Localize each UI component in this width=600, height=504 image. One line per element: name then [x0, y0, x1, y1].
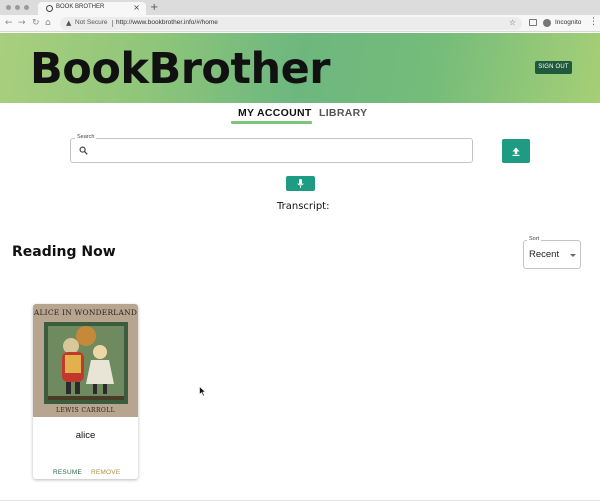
- browser-toolbar: ← → ↻ ⌂ ▲ Not Secure http://www.bookbrot…: [0, 15, 600, 32]
- chevron-down-icon: [570, 254, 576, 257]
- book-cover[interactable]: ALICE IN WONDERLAND LEWIS CARROLL: [33, 304, 138, 417]
- star-icon[interactable]: ☆: [509, 18, 516, 28]
- minimize-window-icon[interactable]: [15, 5, 20, 10]
- reading-now-heading: Reading Now: [12, 244, 116, 260]
- resume-button[interactable]: RESUME: [53, 469, 82, 476]
- menu-icon[interactable]: ⋮: [589, 17, 598, 28]
- home-icon[interactable]: ⌂: [45, 17, 51, 29]
- close-tab-icon[interactable]: ×: [133, 3, 140, 13]
- page-divider: [0, 500, 600, 501]
- upload-button[interactable]: [502, 139, 530, 163]
- security-label: Not Secure: [75, 19, 108, 26]
- cover-author: LEWIS CARROLL: [56, 407, 115, 414]
- favicon-icon: [46, 5, 53, 12]
- browser-tab-title: BOOK BROTHER: [56, 4, 105, 10]
- new-tab-icon[interactable]: +: [150, 2, 158, 13]
- app-logo: BookBrother: [30, 44, 331, 94]
- search-label: Search: [75, 134, 97, 140]
- cover-title: ALICE IN WONDERLAND: [33, 308, 138, 317]
- sign-out-button[interactable]: SIGN OUT: [535, 61, 572, 74]
- browser-tab[interactable]: BOOK BROTHER ×: [38, 2, 146, 15]
- search-icon: [79, 146, 88, 155]
- warning-icon: ▲: [66, 19, 72, 27]
- extension-icon[interactable]: [529, 19, 537, 26]
- search-input[interactable]: [92, 143, 462, 157]
- reload-icon[interactable]: ↻: [32, 17, 40, 29]
- microphone-button[interactable]: [286, 176, 315, 191]
- mouse-cursor-icon: [199, 386, 207, 397]
- remove-button[interactable]: REMOVE: [91, 469, 120, 476]
- microphone-icon: [297, 179, 304, 188]
- incognito-icon: [543, 19, 551, 27]
- book-card[interactable]: ALICE IN WONDERLAND LEWIS CARROLL alice …: [33, 304, 138, 479]
- back-icon[interactable]: ←: [5, 17, 13, 29]
- transcript-label: Transcript:: [277, 201, 330, 212]
- tab-library[interactable]: LIBRARY: [319, 107, 367, 119]
- address-bar[interactable]: ▲ Not Secure http://www.bookbrother.info…: [60, 17, 522, 30]
- close-window-icon[interactable]: [6, 5, 11, 10]
- maximize-window-icon[interactable]: [24, 5, 29, 10]
- upload-icon: [512, 147, 520, 156]
- book-title: alice: [75, 430, 96, 441]
- address-separator: [112, 20, 113, 27]
- forward-icon[interactable]: →: [18, 17, 26, 29]
- incognito-label: Incognito: [555, 19, 582, 26]
- sort-label: Sort: [527, 236, 542, 242]
- active-tab-indicator: [231, 121, 312, 124]
- browser-tab-strip: BOOK BROTHER × +: [0, 0, 600, 15]
- tab-my-account[interactable]: MY ACCOUNT: [238, 107, 312, 119]
- cover-illustration: [44, 322, 128, 404]
- sort-value: Recent: [529, 249, 560, 260]
- url-text[interactable]: http://www.bookbrother.info/#/home: [116, 19, 218, 26]
